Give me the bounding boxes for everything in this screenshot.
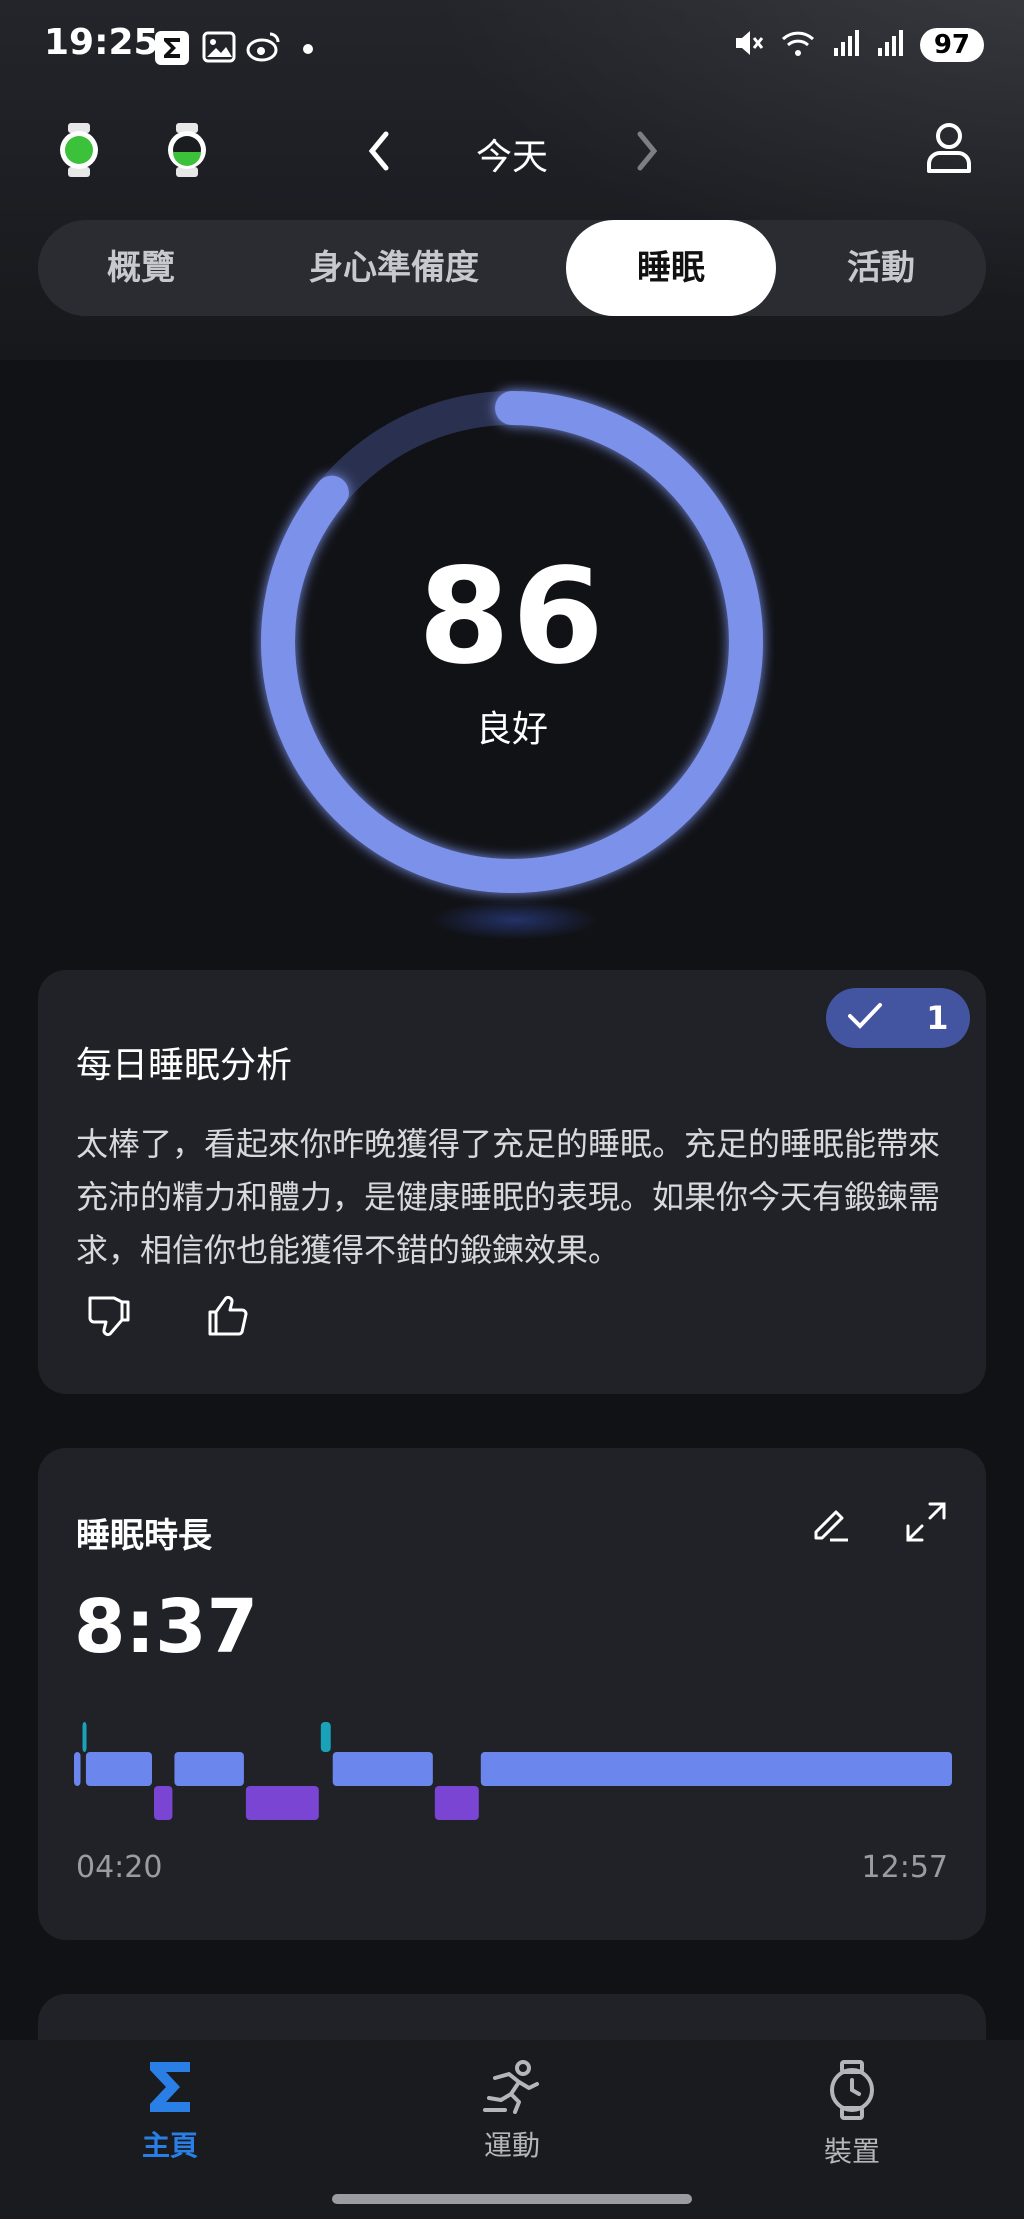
check-icon	[847, 1001, 883, 1035]
tab-sleep[interactable]: 睡眠	[566, 220, 776, 316]
sleep-duration-value: 8:37	[74, 1584, 259, 1670]
date-header: 今天	[0, 110, 1024, 190]
score-glow	[430, 900, 600, 940]
nav-home-label: 主頁	[141, 2129, 198, 2162]
signal-1-icon	[832, 28, 862, 62]
tab-activity[interactable]: 活動	[776, 220, 986, 316]
battery-indicator: 97	[919, 28, 984, 62]
sleep-start-time: 04:20	[76, 1850, 163, 1885]
sleep-end-time: 12:57	[861, 1850, 948, 1885]
sleep-segment-deep	[154, 1786, 173, 1820]
section-tabs: 概覽 身心準備度 睡眠 活動	[38, 220, 986, 316]
wifi-icon	[780, 26, 818, 64]
date-title: 今天	[475, 137, 548, 178]
bottom-navigation: 主頁 運動 裝置	[0, 2040, 1024, 2219]
sleep-stage-chart	[74, 1722, 952, 1820]
previous-day-arrow-icon[interactable]	[364, 130, 394, 176]
sleep-segment-light	[85, 1752, 152, 1786]
notification-dot-icon	[302, 40, 314, 59]
watch-partial-icon[interactable]	[164, 122, 210, 182]
tab-readiness[interactable]: 身心準備度	[244, 220, 544, 316]
analysis-badge[interactable]: 1	[826, 988, 970, 1048]
analysis-title: 每日睡眠分析	[76, 1045, 293, 1086]
signal-2-icon	[876, 28, 906, 62]
sleep-score-value: 86	[418, 540, 606, 694]
badge-count: 1	[926, 999, 949, 1037]
profile-icon[interactable]	[926, 122, 972, 178]
sleep-segment-deep	[434, 1786, 479, 1820]
running-icon	[483, 2060, 541, 2118]
image-icon	[202, 30, 236, 68]
sleep-score-ring: 86 良好	[250, 380, 774, 904]
weibo-icon	[246, 30, 282, 66]
mute-icon	[732, 26, 766, 64]
sigma-app-icon	[154, 30, 190, 70]
thumbs-up-icon[interactable]	[204, 1292, 252, 1344]
sleep-segment-light	[174, 1752, 244, 1786]
sleep-duration-title: 睡眠時長	[76, 1516, 212, 1556]
daily-sleep-analysis-card[interactable]: 1 每日睡眠分析 太棒了，看起來你昨晚獲得了充足的睡眠。充足的睡眠能帶來充沛的精…	[38, 970, 986, 1394]
status-bar: 19:25 97	[0, 0, 1024, 96]
edit-icon[interactable]	[808, 1500, 852, 1548]
nav-workout-label: 運動	[483, 2129, 540, 2162]
home-indicator[interactable]	[332, 2194, 692, 2204]
sleep-segment-light	[332, 1752, 433, 1786]
sleep-duration-card[interactable]: 睡眠時長 8:37 04:20 12:57	[38, 1448, 986, 1940]
nav-device[interactable]: 裝置	[752, 2060, 952, 2170]
sleep-segment-light	[480, 1752, 952, 1786]
sleep-segment-deep	[245, 1786, 319, 1820]
status-time: 19:25	[44, 22, 159, 63]
watch-green-icon[interactable]	[56, 122, 102, 182]
sleep-score-label: 良好	[475, 709, 548, 750]
nav-home[interactable]: 主頁	[70, 2060, 270, 2164]
analysis-text: 太棒了，看起來你昨晚獲得了充足的睡眠。充足的睡眠能帶來充沛的精力和體力，是健康睡…	[76, 1125, 941, 1269]
nav-device-label: 裝置	[823, 2135, 880, 2168]
sleep-segment-light	[74, 1752, 81, 1786]
sleep-segment-awake	[320, 1722, 331, 1752]
expand-icon[interactable]	[904, 1500, 948, 1548]
tab-overview[interactable]: 概覽	[38, 220, 244, 316]
sleep-segment-awake	[82, 1722, 87, 1752]
thumbs-down-icon[interactable]	[84, 1292, 132, 1344]
sigma-icon	[146, 2062, 194, 2118]
nav-workout[interactable]: 運動	[412, 2060, 612, 2164]
watch-icon	[826, 2060, 878, 2124]
next-day-arrow-icon[interactable]	[632, 130, 662, 176]
